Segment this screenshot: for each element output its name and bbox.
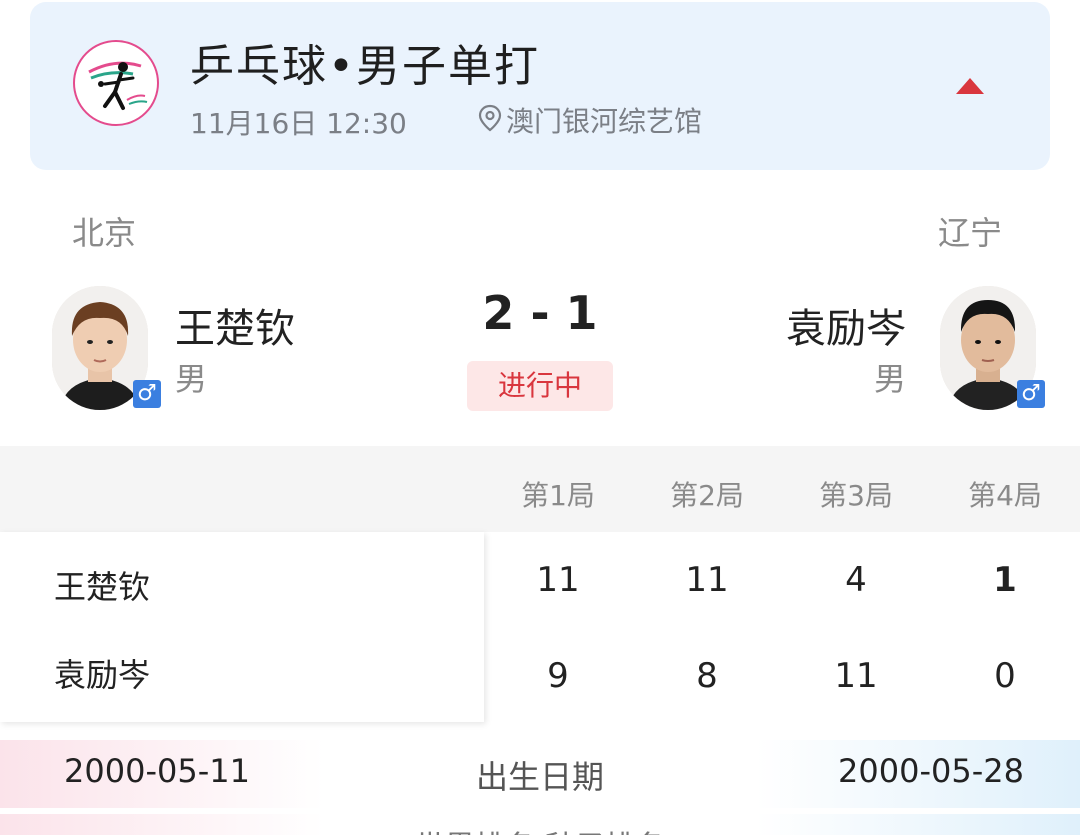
left-game-score: 4 xyxy=(845,560,867,600)
match-score: 2 - 1 xyxy=(482,286,598,340)
left-player-name[interactable]: 王楚钦 xyxy=(175,296,295,354)
right-game-score: 8 xyxy=(696,656,718,696)
event-datetime: 11月16日 12:30 xyxy=(190,107,407,140)
table-row-right-name: 袁励岑 xyxy=(54,656,151,694)
event-title: 乒乓球•男子单打 xyxy=(190,41,540,92)
game-header: 第2局 xyxy=(670,479,744,512)
left-player-region: 北京 xyxy=(72,214,137,252)
venue: 澳门银河综艺馆 xyxy=(478,102,702,138)
left-player-gender: 男 xyxy=(175,360,208,398)
venue-name: 澳门银河综艺馆 xyxy=(506,105,703,138)
game-header: 第3局 xyxy=(819,479,893,512)
game-header: 第1局 xyxy=(521,479,595,512)
match-status-badge: 进行中 xyxy=(467,361,613,411)
game-header: 第4局 xyxy=(968,479,1042,512)
triangle-up-icon[interactable] xyxy=(952,72,988,98)
left-game-score: 11 xyxy=(685,560,729,600)
table-row-left-name: 王楚钦 xyxy=(54,568,151,606)
right-player-name[interactable]: 袁励岑 xyxy=(786,296,906,354)
right-player-region: 辽宁 xyxy=(938,214,1003,252)
birth-date-label: 出生日期 xyxy=(475,758,604,796)
event-card: 乒乓球•男子单打 11月16日 12:30 澳门银河综艺馆 xyxy=(30,2,1050,170)
ranking-label: 世界排名/种子排名 xyxy=(360,822,720,835)
right-game-score: 9 xyxy=(547,656,569,696)
left-game-score: 11 xyxy=(536,560,580,600)
table-tennis-icon xyxy=(73,40,159,126)
left-game-score-current: 1 xyxy=(993,560,1017,600)
left-player-birth-date: 2000-05-11 xyxy=(64,752,250,790)
right-player-gender: 男 xyxy=(874,360,907,398)
right-player-birth-date: 2000-05-28 xyxy=(838,752,1024,790)
right-game-score: 11 xyxy=(834,656,878,696)
male-icon: ♂ xyxy=(1017,380,1045,408)
location-pin-icon xyxy=(478,104,502,136)
male-icon: ♂ xyxy=(133,380,161,408)
ranking-row: 世界排名/种子排名 xyxy=(0,814,1080,835)
game-table-header: 第1局 第2局 第3局 第4局 xyxy=(0,446,1080,532)
right-game-score-current: 0 xyxy=(994,656,1016,696)
